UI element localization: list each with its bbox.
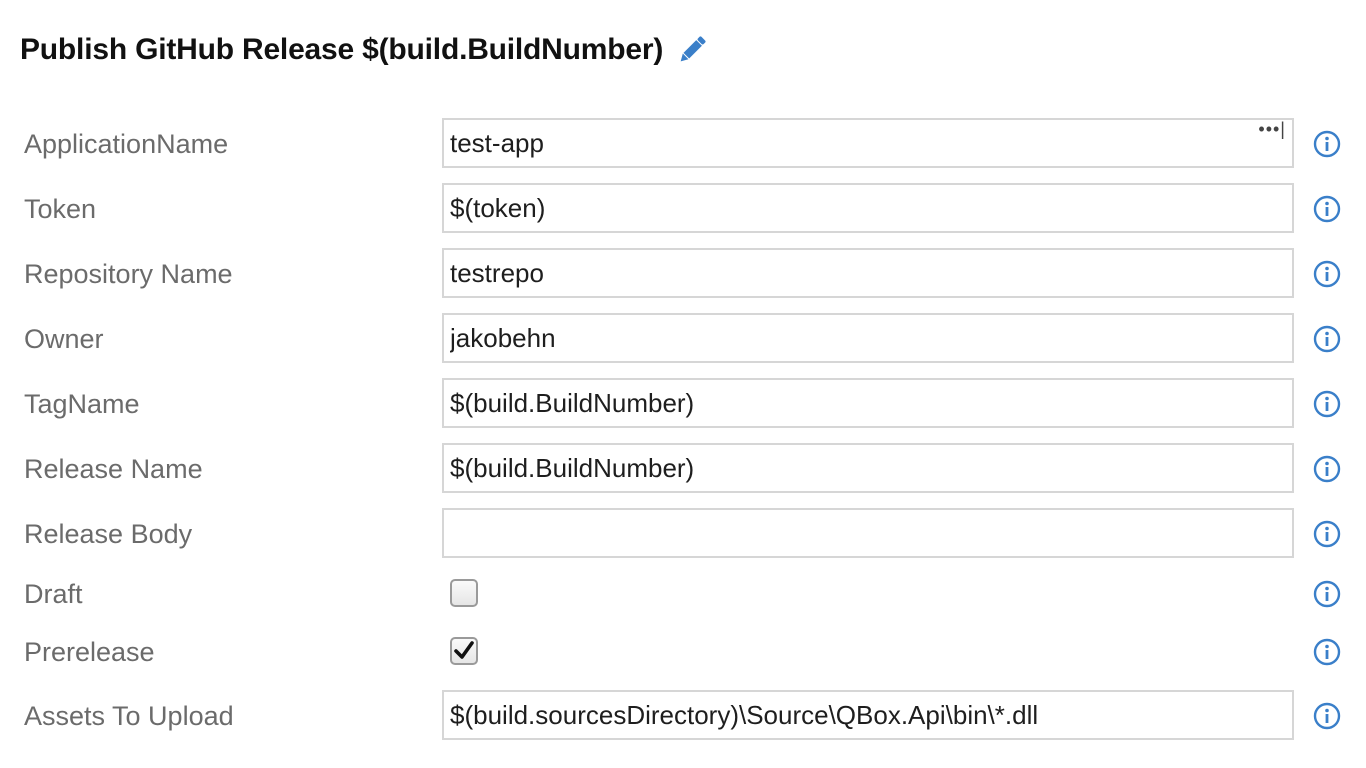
release-body-label: Release Body xyxy=(24,519,193,549)
token-input[interactable] xyxy=(442,183,1294,233)
row-draft: Draft xyxy=(0,566,1366,622)
repository-name-input[interactable] xyxy=(442,248,1294,298)
title-row: Publish GitHub Release $(build.BuildNumb… xyxy=(20,28,709,72)
info-icon[interactable] xyxy=(1313,260,1341,288)
row-owner: Owner xyxy=(0,311,1366,367)
release-name-input[interactable] xyxy=(442,443,1294,493)
page-title: Publish GitHub Release $(build.BuildNumb… xyxy=(20,33,664,66)
pencil-icon[interactable] xyxy=(675,33,709,67)
info-icon[interactable] xyxy=(1313,195,1341,223)
assets-to-upload-label: Assets To Upload xyxy=(24,701,234,731)
row-assets-to-upload: Assets To Upload xyxy=(0,688,1366,744)
info-icon[interactable] xyxy=(1313,130,1341,158)
info-icon[interactable] xyxy=(1313,580,1341,608)
checkmark-icon xyxy=(454,641,474,659)
info-icon[interactable] xyxy=(1313,638,1341,666)
prerelease-label: Prerelease xyxy=(24,637,155,667)
info-icon[interactable] xyxy=(1313,520,1341,548)
info-icon[interactable] xyxy=(1313,325,1341,353)
row-prerelease: Prerelease xyxy=(0,624,1366,680)
owner-input[interactable] xyxy=(442,313,1294,363)
repository-name-label: Repository Name xyxy=(24,259,233,289)
row-release-body: Release Body xyxy=(0,506,1366,562)
prerelease-checkbox[interactable] xyxy=(450,637,478,665)
draft-checkbox[interactable] xyxy=(450,579,478,607)
owner-label: Owner xyxy=(24,324,104,354)
more-options-button[interactable]: •••| xyxy=(1258,120,1286,138)
release-name-label: Release Name xyxy=(24,454,203,484)
assets-to-upload-input[interactable] xyxy=(442,690,1294,740)
row-tag-name: TagName xyxy=(0,376,1366,432)
release-body-input[interactable] xyxy=(442,508,1294,558)
token-label: Token xyxy=(24,194,97,224)
application-name-label: ApplicationName xyxy=(24,129,229,159)
row-repository-name: Repository Name xyxy=(0,246,1366,302)
tag-name-input[interactable] xyxy=(442,378,1294,428)
row-release-name: Release Name xyxy=(0,441,1366,497)
info-icon[interactable] xyxy=(1313,702,1341,730)
task-settings-panel: Publish GitHub Release $(build.BuildNumb… xyxy=(0,0,1366,768)
row-application-name: ApplicationName •••| xyxy=(0,116,1366,172)
info-icon[interactable] xyxy=(1313,390,1341,418)
tag-name-label: TagName xyxy=(24,389,140,419)
info-icon[interactable] xyxy=(1313,455,1341,483)
row-token: Token xyxy=(0,181,1366,237)
draft-label: Draft xyxy=(24,579,83,609)
application-name-input[interactable] xyxy=(442,118,1294,168)
